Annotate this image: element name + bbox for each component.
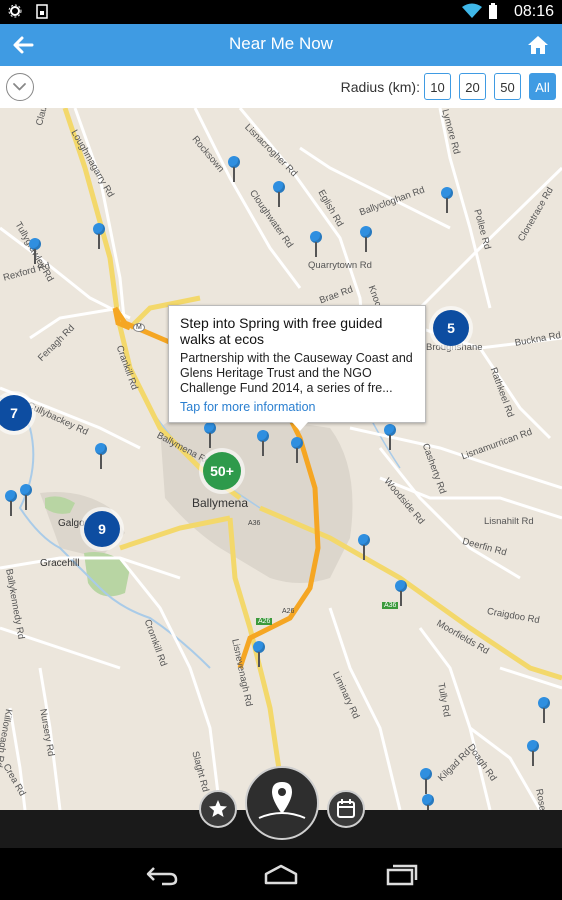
app-bar: Near Me Now <box>0 24 562 66</box>
map-pin[interactable] <box>422 794 434 810</box>
radius-all-button[interactable]: All <box>529 73 556 100</box>
nav-back-icon[interactable] <box>144 862 180 886</box>
sd-card-icon <box>36 4 48 19</box>
map-pin[interactable] <box>527 740 539 766</box>
event-info-popup[interactable]: Step into Spring with free guided walks … <box>168 305 426 431</box>
route-shield: A36 <box>248 520 261 527</box>
favorites-button[interactable] <box>199 790 237 828</box>
popup-pointer <box>292 422 308 431</box>
clock: 08:16 <box>513 3 554 20</box>
map-cluster[interactable]: 5 <box>433 310 469 346</box>
status-bar: 08:16 <box>0 0 562 24</box>
radius-20-button[interactable]: 20 <box>459 73 486 100</box>
location-button[interactable] <box>245 766 319 840</box>
map-pin[interactable] <box>291 437 303 463</box>
road-label: Quarrytown Rd <box>308 260 372 271</box>
map-pin[interactable] <box>441 187 453 213</box>
calendar-button[interactable] <box>327 790 365 828</box>
map-cluster[interactable]: 9 <box>84 511 120 547</box>
map-pin[interactable] <box>5 490 17 516</box>
chevron-down-icon <box>13 83 26 91</box>
popup-description: Partnership with the Causeway Coast and … <box>180 351 413 395</box>
motorway-shield: M <box>133 323 145 332</box>
map-pin[interactable] <box>358 534 370 560</box>
map-pin[interactable] <box>204 422 216 448</box>
map-pin[interactable] <box>310 231 322 257</box>
route-shield: A26 <box>256 618 273 625</box>
map-pin[interactable] <box>20 484 32 510</box>
map-pin[interactable] <box>538 697 550 723</box>
place-label: Gracehill <box>40 558 80 569</box>
road-label: Lisnahilt Rd <box>484 516 534 527</box>
map-pin[interactable] <box>95 443 107 469</box>
map-pin[interactable] <box>29 238 41 264</box>
radius-10-button[interactable]: 10 <box>424 73 451 100</box>
system-navigation-bar <box>0 848 562 900</box>
town-label: Ballymena <box>192 496 249 510</box>
popup-title: Step into Spring with free guided walks … <box>180 315 383 347</box>
radius-50-button[interactable]: 50 <box>494 73 521 100</box>
map-pin[interactable] <box>420 768 432 794</box>
map-pin[interactable] <box>93 223 105 249</box>
map-pin[interactable] <box>395 580 407 606</box>
settings-icon <box>8 4 22 18</box>
popup-more-info-link[interactable]: Tap for more information <box>180 400 414 414</box>
star-icon <box>209 800 227 817</box>
collapse-toggle-button[interactable] <box>6 73 34 101</box>
map-view[interactable]: Claudytown Loughmagarry Rd Rocksown Lisn… <box>0 108 562 810</box>
radius-label: Radius (km): <box>340 79 420 95</box>
route-shield: A26 <box>282 608 295 615</box>
filter-bar: Radius (km): 10 20 50 All <box>0 66 562 109</box>
map-pin[interactable] <box>360 226 372 252</box>
page-title: Near Me Now <box>229 34 333 53</box>
map-pin[interactable] <box>257 430 269 456</box>
map-cluster[interactable]: 50+ <box>203 452 241 490</box>
map-pin[interactable] <box>384 424 396 450</box>
map-pin-icon <box>258 782 306 819</box>
nav-recents-icon[interactable] <box>384 862 420 886</box>
battery-icon <box>489 3 497 19</box>
nav-home-icon[interactable] <box>263 864 299 886</box>
map-pin[interactable] <box>253 641 265 667</box>
wifi-icon <box>462 3 482 18</box>
map-pin[interactable] <box>228 156 240 182</box>
calendar-icon <box>337 799 355 818</box>
home-icon[interactable] <box>526 33 550 57</box>
map-pin[interactable] <box>273 181 285 207</box>
